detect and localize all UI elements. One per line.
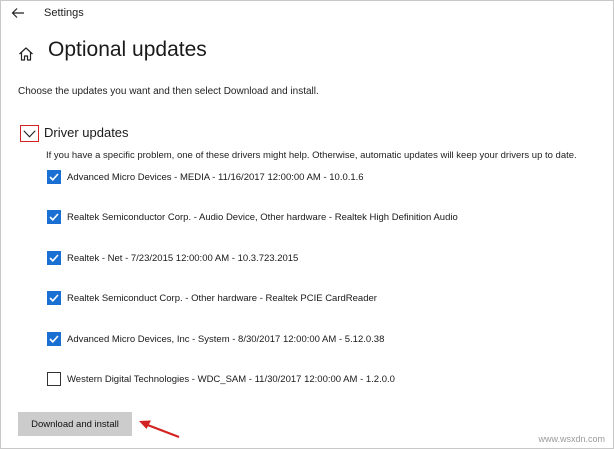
- driver-label: Advanced Micro Devices, Inc - System - 8…: [67, 333, 385, 345]
- driver-label: Realtek - Net - 7/23/2015 12:00:00 AM - …: [67, 252, 299, 264]
- driver-label: Western Digital Technologies - WDC_SAM -…: [67, 373, 395, 385]
- annotation-arrow: [139, 420, 180, 439]
- download-install-button[interactable]: Download and install: [18, 412, 132, 436]
- intro-text: Choose the updates you want and then sel…: [18, 86, 319, 97]
- back-button[interactable]: [7, 3, 29, 23]
- driver-item[interactable]: Advanced Micro Devices - MEDIA - 11/16/2…: [47, 169, 364, 185]
- driver-checkbox[interactable]: [47, 170, 61, 184]
- checkmark-icon: [49, 213, 59, 221]
- driver-checkbox[interactable]: [47, 332, 61, 346]
- driver-label: Advanced Micro Devices - MEDIA - 11/16/2…: [67, 171, 364, 183]
- driver-checkbox[interactable]: [47, 291, 61, 305]
- checkmark-icon: [49, 254, 59, 262]
- section-description: If you have a specific problem, one of t…: [46, 150, 577, 161]
- checkmark-icon: [49, 294, 59, 302]
- driver-updates-toggle[interactable]: [20, 125, 39, 142]
- driver-item[interactable]: Western Digital Technologies - WDC_SAM -…: [47, 371, 395, 387]
- driver-checkbox[interactable]: [47, 372, 61, 386]
- driver-label: Realtek Semiconduct Corp. - Other hardwa…: [67, 292, 377, 304]
- home-button[interactable]: [16, 44, 36, 64]
- driver-item[interactable]: Realtek - Net - 7/23/2015 12:00:00 AM - …: [47, 250, 298, 266]
- title-bar: Settings: [1, 1, 613, 27]
- back-arrow-icon: [11, 8, 24, 18]
- driver-label: Realtek Semiconductor Corp. - Audio Devi…: [67, 211, 458, 223]
- home-icon: [19, 47, 33, 61]
- checkmark-icon: [49, 173, 59, 181]
- window-title: Settings: [44, 7, 84, 19]
- page-title: Optional updates: [48, 38, 207, 61]
- driver-item[interactable]: Advanced Micro Devices, Inc - System - 8…: [47, 331, 384, 347]
- driver-checkbox[interactable]: [47, 210, 61, 224]
- checkmark-icon: [49, 335, 59, 343]
- driver-item[interactable]: Realtek Semiconduct Corp. - Other hardwa…: [47, 290, 377, 306]
- watermark: www.wsxdn.com: [538, 434, 605, 444]
- driver-item[interactable]: Realtek Semiconductor Corp. - Audio Devi…: [47, 209, 458, 225]
- driver-checkbox[interactable]: [47, 251, 61, 265]
- section-title: Driver updates: [44, 125, 129, 140]
- settings-window: Settings Optional updates Choose the upd…: [0, 0, 614, 449]
- chevron-down-icon: [23, 129, 36, 138]
